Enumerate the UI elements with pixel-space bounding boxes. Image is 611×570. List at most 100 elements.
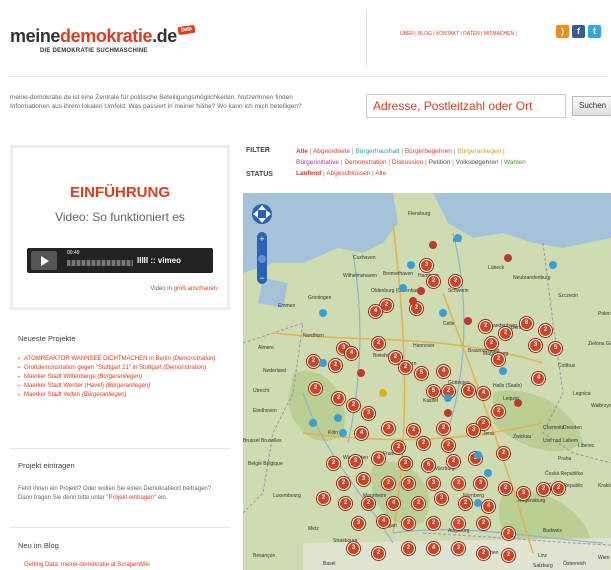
- map-marker[interactable]: [549, 261, 557, 269]
- rss-icon[interactable]: ): [556, 25, 569, 38]
- map-cluster-marker[interactable]: 2: [447, 455, 460, 468]
- map-cluster-marker[interactable]: 5: [549, 342, 562, 355]
- map-cluster-marker[interactable]: 4: [377, 515, 390, 528]
- map-cluster-marker[interactable]: 3: [452, 542, 465, 555]
- filter-link[interactable]: Alle: [296, 148, 308, 155]
- filter-link[interactable]: Diskussion: [392, 159, 423, 166]
- map-marker[interactable]: [309, 419, 317, 427]
- map-cluster-marker[interactable]: 2: [339, 497, 352, 510]
- map-cluster-marker[interactable]: 5: [415, 367, 428, 380]
- project-title[interactable]: ATOMREAKTOR WANNSEE DICHTMACHEN in Berli…: [24, 356, 171, 362]
- project-item[interactable]: Maerker Stadt Werder (Havel) (Bürgeranli…: [18, 382, 228, 390]
- map-cluster-marker[interactable]: 3: [420, 259, 433, 272]
- map-marker[interactable]: [409, 297, 417, 305]
- pan-control[interactable]: [251, 199, 273, 227]
- map-cluster-marker[interactable]: 3: [382, 422, 395, 435]
- map-cluster-marker[interactable]: 2: [362, 497, 375, 510]
- map-cluster-marker[interactable]: 3: [357, 473, 370, 486]
- map-cluster-marker[interactable]: 2: [347, 399, 360, 412]
- map-marker[interactable]: [464, 317, 472, 325]
- map-marker[interactable]: [439, 309, 447, 317]
- map-cluster-marker[interactable]: 2: [309, 382, 322, 395]
- play-icon[interactable]: [31, 251, 57, 270]
- map-marker[interactable]: [454, 234, 462, 242]
- map-cluster-marker[interactable]: 2: [372, 337, 385, 350]
- filter-link[interactable]: Abgeschlossen: [326, 170, 370, 177]
- map-cluster-marker[interactable]: 4: [355, 427, 368, 440]
- map[interactable]: + − FlensburgKielLübeckCuxhavenWilhelmsh…: [243, 193, 611, 570]
- map-cluster-marker[interactable]: 2: [452, 517, 465, 530]
- map-cluster-marker[interactable]: 2: [372, 547, 385, 560]
- map-cluster-marker[interactable]: 3: [352, 517, 365, 530]
- map-cluster-marker[interactable]: 2: [502, 549, 515, 562]
- project-title[interactable]: Maerker Stadt Velten: [24, 392, 80, 398]
- map-cluster-marker[interactable]: 2: [427, 517, 440, 530]
- map-cluster-marker[interactable]: 2: [499, 327, 512, 340]
- project-title[interactable]: Großdemonstration gegen "Stuttgart 21" i…: [24, 365, 162, 371]
- map-cluster-marker[interactable]: 2: [337, 477, 350, 490]
- map-cluster-marker[interactable]: 4: [345, 347, 358, 360]
- filter-link[interactable]: Volksbegehren: [456, 159, 499, 166]
- map-marker[interactable]: [514, 399, 522, 407]
- map-marker[interactable]: [319, 309, 327, 317]
- top-navigation[interactable]: ÜBER | BLOG | KONTAKT | DATEN | MITMACHE…: [400, 31, 517, 37]
- twitter-icon[interactable]: t: [588, 25, 601, 38]
- map-marker[interactable]: [474, 499, 482, 507]
- blog-item[interactable]: Getting Data: meine-demokratie at Scrape…: [24, 562, 150, 568]
- map-cluster-marker[interactable]: 2: [449, 275, 462, 288]
- map-marker[interactable]: [499, 367, 507, 375]
- map-marker[interactable]: [399, 284, 407, 292]
- map-cluster-marker[interactable]: 2: [537, 483, 550, 496]
- map-cluster-marker[interactable]: 2: [479, 320, 492, 333]
- map-cluster-marker[interactable]: 4: [532, 372, 545, 385]
- video-progress-bar[interactable]: [67, 260, 133, 266]
- map-cluster-marker[interactable]: 2: [539, 324, 552, 337]
- map-cluster-marker[interactable]: 2: [497, 447, 510, 460]
- filter-link[interactable]: Wahlen: [504, 159, 526, 166]
- facebook-icon[interactable]: f: [572, 25, 585, 38]
- map-marker[interactable]: [339, 429, 347, 437]
- filter-link[interactable]: Bürgerhaushalt: [355, 148, 399, 155]
- project-item[interactable]: Großdemonstration gegen "Stuttgart 21" i…: [18, 364, 228, 372]
- map-cluster-marker[interactable]: 2: [552, 482, 565, 495]
- map-cluster-marker[interactable]: 2: [452, 477, 465, 490]
- map-cluster-marker[interactable]: 4: [387, 497, 400, 510]
- map-cluster-marker[interactable]: 3: [362, 407, 375, 420]
- map-cluster-marker[interactable]: 2: [317, 492, 330, 505]
- map-cluster-marker[interactable]: 5: [427, 385, 440, 398]
- map-cluster-marker[interactable]: 2: [329, 359, 342, 372]
- map-cluster-marker[interactable]: 2: [459, 497, 472, 510]
- project-item[interactable]: ATOMREAKTOR WANNSEE DICHTMACHEN in Berli…: [18, 355, 228, 363]
- map-cluster-marker[interactable]: 2: [437, 422, 450, 435]
- map-cluster-marker[interactable]: 6: [422, 459, 435, 472]
- filter-link[interactable]: Bürgerbegehren: [405, 148, 452, 155]
- map-cluster-marker[interactable]: 3: [435, 492, 448, 505]
- map-cluster-marker[interactable]: 4: [482, 500, 495, 513]
- zoom-in-button[interactable]: [257, 232, 267, 244]
- map-cluster-marker[interactable]: 3: [517, 487, 530, 500]
- map-marker[interactable]: [379, 389, 387, 397]
- map-marker[interactable]: [444, 409, 452, 417]
- filter-link[interactable]: Bürgerinitiative: [296, 159, 339, 166]
- map-marker[interactable]: [357, 369, 365, 377]
- map-cluster-marker[interactable]: 2: [327, 457, 340, 470]
- map-cluster-marker[interactable]: 4: [437, 365, 450, 378]
- filter-link[interactable]: Alle: [375, 170, 386, 177]
- filter-link[interactable]: Abgeordnete: [313, 148, 350, 155]
- eintrag-link[interactable]: "Projekt eintragen": [106, 495, 156, 501]
- filter-link[interactable]: Petition: [429, 159, 451, 166]
- map-marker[interactable]: [319, 359, 327, 367]
- map-marker[interactable]: [417, 287, 425, 295]
- project-title[interactable]: Maerker Stadt Wittenberge: [24, 374, 96, 380]
- map-cluster-marker[interactable]: 2: [407, 424, 420, 437]
- map-cluster-marker[interactable]: 2: [442, 439, 455, 452]
- map-cluster-marker[interactable]: 4: [427, 542, 440, 555]
- map-marker[interactable]: [484, 469, 492, 477]
- map-cluster-marker[interactable]: 3: [467, 424, 480, 437]
- search-input[interactable]: Adresse, Postleitzahl oder Ort: [366, 94, 566, 118]
- filter-link[interactable]: Laufend: [296, 170, 321, 177]
- map-cluster-marker[interactable]: 3: [402, 477, 415, 490]
- map-cluster-marker[interactable]: 2: [382, 477, 395, 490]
- map-cluster-marker[interactable]: 2: [502, 527, 515, 540]
- map-cluster-marker[interactable]: 8: [520, 317, 533, 330]
